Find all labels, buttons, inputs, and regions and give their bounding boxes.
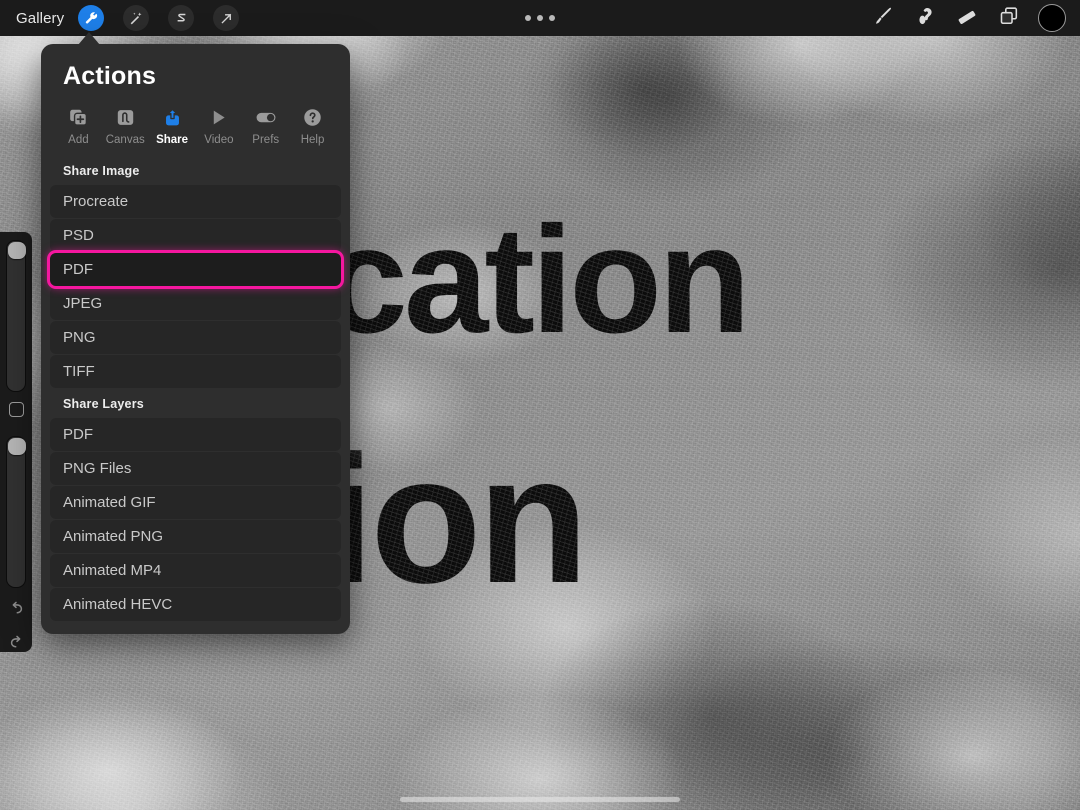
color-swatch[interactable] xyxy=(1038,4,1066,32)
add-square-plus-icon xyxy=(68,105,89,129)
adjustments-tool-button[interactable] xyxy=(123,5,150,31)
paintbrush-icon xyxy=(872,5,894,32)
share-layers-item-animated-hevc[interactable]: Animated HEVC xyxy=(50,588,341,621)
video-play-icon xyxy=(208,105,229,129)
help-question-icon xyxy=(302,105,323,129)
tab-add[interactable]: Add xyxy=(55,105,102,146)
paint-tool-button[interactable] xyxy=(862,0,904,36)
redo-arrow-icon xyxy=(7,633,26,657)
top-toolbar-right-group xyxy=(862,0,1080,36)
tab-canvas[interactable]: Canvas xyxy=(102,105,149,146)
brush-sidebar xyxy=(0,232,32,652)
top-toolbar: Gallery xyxy=(0,0,1080,36)
share-layers-item-pdf[interactable]: PDF xyxy=(50,418,341,451)
wrench-icon xyxy=(84,11,99,26)
actions-panel: Actions Add Canvas Share Video Prefs Hel… xyxy=(41,44,350,634)
brush-opacity-slider-handle[interactable] xyxy=(8,438,26,455)
three-dots-icon[interactable] xyxy=(525,15,555,21)
share-image-list: Procreate PSD PDF JPEG PNG TIFF xyxy=(41,185,350,388)
layers-button[interactable] xyxy=(988,0,1030,36)
layers-icon xyxy=(998,5,1020,32)
tab-help-label: Help xyxy=(300,134,325,146)
tab-prefs-label: Prefs xyxy=(252,134,280,146)
tab-add-label: Add xyxy=(68,134,89,146)
share-layers-list: PDF PNG Files Animated GIF Animated PNG … xyxy=(41,418,350,621)
tab-canvas-label: Canvas xyxy=(105,134,145,146)
share-layers-item-png-files[interactable]: PNG Files xyxy=(50,452,341,485)
home-indicator xyxy=(400,797,680,802)
procreate-app-window: plication ation Gallery Actions Add Canv… xyxy=(0,0,1080,810)
panel-caret xyxy=(78,32,100,45)
erase-tool-button[interactable] xyxy=(946,0,988,36)
share-image-item-pdf[interactable]: PDF xyxy=(50,253,341,286)
eraser-icon xyxy=(956,5,978,32)
brush-opacity-slider[interactable] xyxy=(6,436,26,588)
tab-video-label: Video xyxy=(204,134,234,146)
smudge-tool-button[interactable] xyxy=(904,0,946,36)
redo-button[interactable] xyxy=(0,628,32,662)
share-layers-item-animated-gif[interactable]: Animated GIF xyxy=(50,486,341,519)
transform-tool-button[interactable] xyxy=(213,5,240,31)
gallery-button[interactable]: Gallery xyxy=(16,10,64,27)
panel-tab-bar: Add Canvas Share Video Prefs Help xyxy=(41,93,350,156)
share-image-item-psd[interactable]: PSD xyxy=(50,219,341,252)
share-upload-icon xyxy=(162,105,183,129)
magic-wand-icon xyxy=(129,11,144,26)
preferences-toggle-icon xyxy=(254,105,278,129)
panel-title: Actions xyxy=(63,62,157,90)
tab-share[interactable]: Share xyxy=(149,105,196,146)
tab-share-label: Share xyxy=(156,134,189,146)
brush-size-slider[interactable] xyxy=(6,240,26,392)
share-image-item-jpeg[interactable]: JPEG xyxy=(50,287,341,320)
smudge-finger-icon xyxy=(914,5,936,32)
selection-tool-button[interactable] xyxy=(168,5,195,31)
share-image-item-png[interactable]: PNG xyxy=(50,321,341,354)
section-label-share-image: Share Image xyxy=(63,164,140,178)
undo-arrow-icon xyxy=(7,599,26,623)
section-label-share-layers: Share Layers xyxy=(63,397,144,411)
share-layers-item-animated-mp4[interactable]: Animated MP4 xyxy=(50,554,341,587)
share-image-item-tiff[interactable]: TIFF xyxy=(50,355,341,388)
tab-help[interactable]: Help xyxy=(289,105,336,146)
s-curve-selection-icon xyxy=(174,11,189,26)
tab-prefs[interactable]: Prefs xyxy=(242,105,289,146)
share-layers-item-animated-png[interactable]: Animated PNG xyxy=(50,520,341,553)
canvas-crop-icon xyxy=(115,105,136,129)
arrow-transform-icon xyxy=(219,11,234,26)
actions-tool-button[interactable] xyxy=(78,5,105,31)
brush-size-slider-handle[interactable] xyxy=(8,242,26,259)
tab-video[interactable]: Video xyxy=(195,105,242,146)
undo-button[interactable] xyxy=(0,594,32,628)
modify-button[interactable] xyxy=(9,402,24,417)
share-image-item-procreate[interactable]: Procreate xyxy=(50,185,341,218)
